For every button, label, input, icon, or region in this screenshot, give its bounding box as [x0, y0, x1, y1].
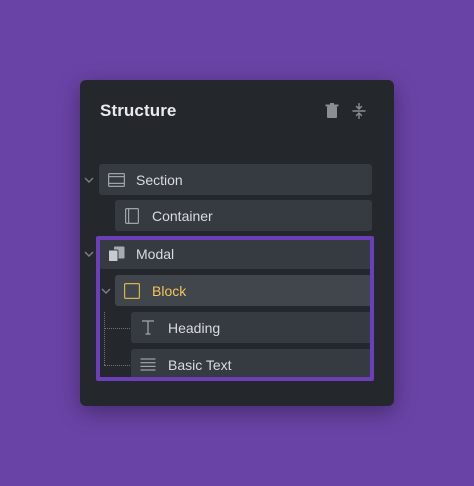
tree-item-label: Container [152, 207, 213, 224]
chevron-down-icon [101, 288, 111, 294]
collapse-all-button[interactable] [350, 102, 368, 120]
tree-item-heading[interactable]: Heading [131, 312, 372, 343]
section-icon [107, 171, 125, 189]
text-icon [139, 356, 157, 374]
block-expand-toggle[interactable] [100, 285, 112, 297]
tree-guide-heading [104, 328, 130, 329]
section-expand-toggle[interactable] [83, 174, 95, 186]
modal-expand-toggle[interactable] [83, 248, 95, 260]
chevron-down-icon [84, 251, 94, 257]
trash-icon [325, 103, 339, 118]
tree-guide-basic-text [104, 365, 130, 366]
tree-item-label: Basic Text [168, 356, 232, 373]
tree-item-basic-text[interactable]: Basic Text [131, 349, 372, 380]
heading-icon [139, 319, 157, 337]
modal-icon [107, 245, 125, 263]
tree-item-label: Modal [136, 245, 175, 262]
tree-item-label: Block [152, 282, 187, 299]
tree-item-modal[interactable]: Modal [99, 238, 372, 269]
panel-title: Structure [100, 101, 177, 120]
tree-item-label: Heading [168, 319, 221, 336]
container-icon [123, 207, 141, 225]
tree-item-section[interactable]: Section [99, 164, 372, 195]
tree-item-container[interactable]: Container [115, 200, 372, 231]
block-icon [123, 282, 141, 300]
collapse-all-icon [352, 103, 366, 119]
tree-item-block[interactable]: Block [115, 275, 372, 306]
chevron-down-icon [84, 177, 94, 183]
delete-button[interactable] [323, 102, 341, 120]
tree-item-label: Section [136, 171, 183, 188]
tree-guide-vertical [104, 312, 105, 365]
